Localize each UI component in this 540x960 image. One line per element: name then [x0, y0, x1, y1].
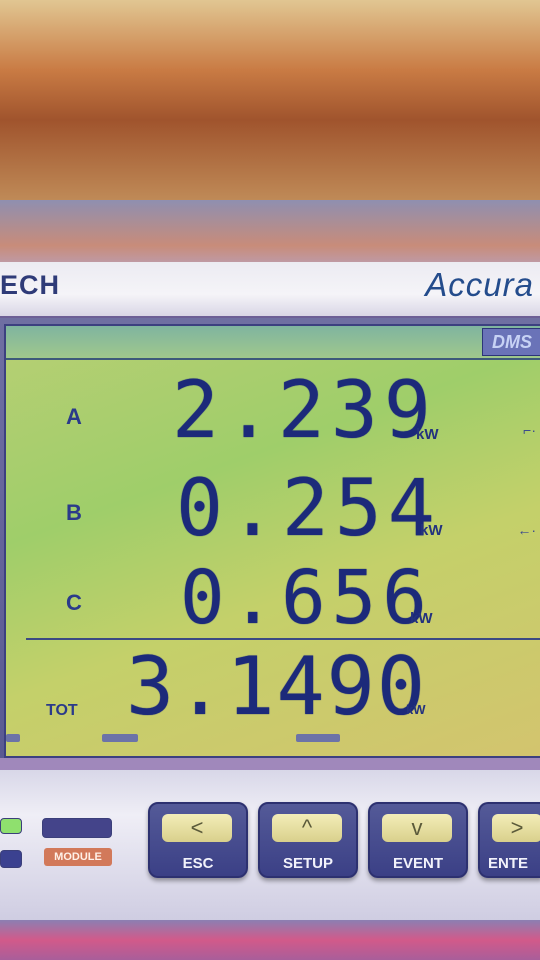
event-button-label: EVENT — [392, 855, 443, 872]
status-led — [0, 850, 22, 868]
brand-logo-accura: Accura — [425, 266, 534, 303]
reading-value: 2.239 — [172, 366, 437, 456]
function-indicator — [42, 818, 112, 838]
brand-strip: ECH Accura — [0, 262, 540, 318]
esc-button-label: ESC — [182, 855, 214, 872]
lcd-status-segments — [6, 730, 540, 748]
reading-value: 0.656 — [180, 555, 433, 641]
enter-button-label: ENTE — [488, 855, 529, 872]
lcd-display: DMS A 2.239 kW ⌐· B 0.254 kW ←· C 0.656 … — [4, 324, 540, 758]
bottom-housing-edge — [0, 920, 540, 960]
phase-label: B — [66, 500, 82, 525]
module-label: MODULE — [44, 848, 112, 866]
reading-row-b: B 0.254 kW ←· — [6, 464, 540, 554]
setup-button[interactable]: ^ SETUP — [258, 802, 358, 878]
brand-left-label: ECH — [0, 270, 61, 300]
phase-label: C — [66, 590, 82, 615]
total-unit-label: kW — [406, 702, 426, 717]
total-row: TOT 3.1490 kW — [6, 644, 540, 730]
total-label: TOT — [46, 702, 78, 719]
dms-badge: DMS — [482, 328, 540, 356]
reading-value: 0.254 — [176, 464, 441, 554]
status-segment — [296, 734, 340, 742]
reading-row-c: C 0.656 kW — [6, 556, 540, 640]
phase-label: A — [66, 404, 82, 429]
lcd-header-bar: DMS — [6, 326, 540, 360]
event-button[interactable]: v EVENT — [368, 802, 468, 878]
unit-label: kW — [410, 610, 433, 627]
unit-label: kW — [420, 522, 443, 539]
enter-button[interactable]: > ENTE — [478, 802, 540, 878]
esc-button[interactable]: < ESC — [148, 802, 248, 878]
status-led-green — [0, 818, 22, 834]
chevron-up-icon: ^ — [272, 814, 342, 842]
status-segment — [6, 734, 20, 742]
tick-mark-icon: ←· — [517, 522, 536, 538]
setup-button-label: SETUP — [282, 855, 333, 872]
unit-label: kW — [416, 426, 439, 443]
total-value: 3.1490 — [126, 640, 427, 733]
chevron-left-icon: < — [162, 814, 232, 842]
chevron-right-icon: > — [492, 814, 540, 842]
status-segment — [102, 734, 138, 742]
background-wall — [0, 0, 540, 200]
button-panel: MODULE < ESC ^ SETUP v EVENT > ENTE — [0, 770, 540, 920]
chevron-down-icon: v — [382, 814, 452, 842]
tick-mark-icon: ⌐· — [523, 422, 536, 438]
reading-row-a: A 2.239 kW ⌐· — [6, 366, 540, 456]
